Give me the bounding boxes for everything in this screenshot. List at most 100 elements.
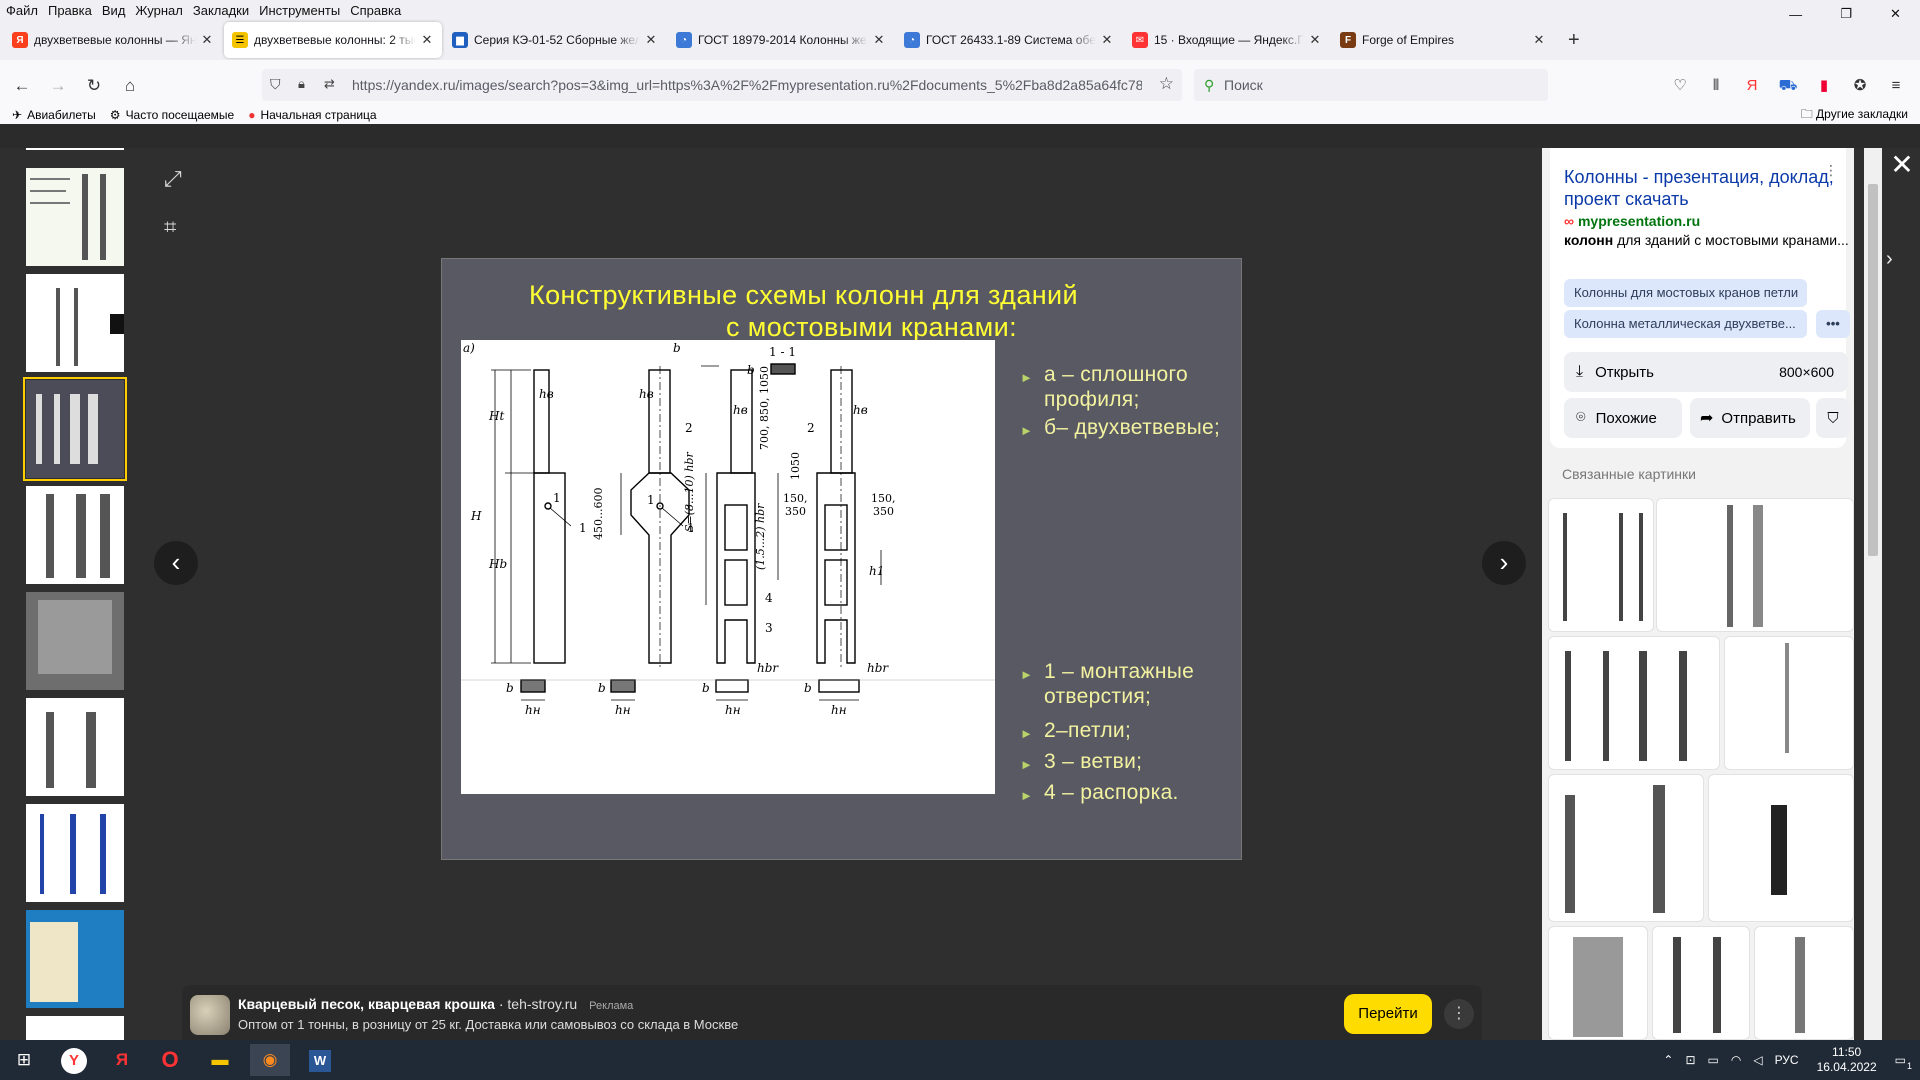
source-domain[interactable]: ∞ mypresentation.ru [1564, 213, 1700, 229]
thumbnail[interactable] [26, 168, 124, 266]
bookmark-ext-icon[interactable]: ▮ [1814, 76, 1834, 96]
tab-gost-26433[interactable]: ◔ ГОСТ 26433.1-89 Система обес ✕ [896, 22, 1122, 58]
tab-close-icon[interactable]: ✕ [872, 32, 886, 48]
tab-yandex-images[interactable]: ☰ двухветвевые колонны: 2 тыс. ✕ [224, 22, 442, 58]
related-query-chip[interactable]: Колонны для мостовых кранов петли [1564, 279, 1807, 307]
side-chevron-icon[interactable]: › [1886, 248, 1893, 271]
menu-bookmarks[interactable]: Закладки [193, 3, 249, 18]
bookmark-button[interactable]: ⛉ [1816, 398, 1850, 438]
volume-icon[interactable]: ◁ [1753, 1053, 1762, 1067]
bookmark-frequent[interactable]: ⚙ Часто посещаемые [110, 108, 234, 122]
clock[interactable]: 11:50 16.04.2022 [1817, 1045, 1877, 1075]
url-bar[interactable]: ⛉ 🔒︎ ⇄ https://yandex.ru/images/search?p… [262, 69, 1182, 101]
related-image[interactable] [1548, 926, 1648, 1040]
yandex-icon[interactable]: Я [102, 1044, 142, 1076]
menu-icon[interactable]: ≡ [1886, 76, 1906, 96]
next-image-button[interactable]: › [1482, 541, 1526, 585]
related-image[interactable] [1656, 498, 1854, 632]
language-indicator[interactable]: РУС [1775, 1053, 1799, 1067]
tab-yandex-mail[interactable]: ✉ 15 · Входящие — Яндекс.Почта ✕ [1124, 22, 1330, 58]
tray-chevron-icon[interactable]: ⌃ [1663, 1053, 1673, 1067]
source-title-link[interactable]: Колонны - презентация, доклад, проект ск… [1564, 166, 1834, 210]
thumbnail[interactable] [26, 274, 124, 372]
notification-icon[interactable]: ▭ 1 [1895, 1053, 1912, 1071]
pocket-icon[interactable]: ♡ [1670, 76, 1690, 96]
ad-more-button[interactable]: ⋮ [1444, 999, 1474, 1029]
word-icon[interactable]: W [300, 1044, 340, 1076]
related-query-chip[interactable]: Колонна металлическая двухветве... [1564, 310, 1807, 338]
thumbnail[interactable] [26, 148, 124, 150]
related-image[interactable] [1548, 498, 1654, 632]
similar-button[interactable]: ⌾ Похожие [1564, 398, 1682, 438]
tab-close-icon[interactable]: ✕ [420, 32, 434, 48]
menu-history[interactable]: Журнал [135, 3, 182, 18]
yandex-browser-icon[interactable]: Y [54, 1044, 94, 1076]
bookmark-star-icon[interactable]: ☆ [1159, 74, 1174, 94]
yandex-ext-icon[interactable]: Я [1742, 76, 1762, 96]
side-panel-scrollbar[interactable] [1864, 148, 1882, 1040]
home-icon[interactable]: ⌂ [120, 76, 140, 96]
crop-icon[interactable]: ⌗ [164, 214, 176, 240]
bookmark-aviabilety[interactable]: ✈ Авиабилеты [12, 108, 96, 122]
tab-forge-of-empires[interactable]: F Forge of Empires ✕ [1332, 22, 1554, 58]
thumbnail-selected[interactable] [23, 377, 127, 481]
other-bookmarks[interactable]: 🗀︎ Другие закладки [1801, 105, 1908, 126]
back-icon[interactable]: ← [12, 76, 32, 96]
ad-title[interactable]: Кварцевый песок, кварцевая крошка · teh-… [238, 996, 633, 1012]
new-tab-button[interactable]: + [1568, 29, 1580, 52]
file-explorer-icon[interactable]: ▬ [200, 1044, 240, 1076]
permissions-icon[interactable]: ⇄ [324, 76, 335, 92]
menu-help[interactable]: Справка [350, 3, 401, 18]
forward-icon[interactable]: → [48, 76, 68, 96]
menu-tools[interactable]: Инструменты [259, 3, 340, 18]
tab-close-icon[interactable]: ✕ [200, 32, 214, 48]
related-image[interactable] [1548, 774, 1704, 922]
scrollbar-thumb[interactable] [1868, 184, 1878, 556]
battery-icon[interactable]: ▭ [1708, 1053, 1719, 1067]
related-image[interactable] [1724, 636, 1854, 770]
tab-series-ke[interactable]: ▆ Серия КЭ-01-52 Сборные желе ✕ [444, 22, 666, 58]
thumbnail[interactable] [26, 804, 124, 902]
tab-close-icon[interactable]: ✕ [1532, 32, 1546, 48]
cart-icon[interactable]: ⛟ [1778, 76, 1798, 96]
more-chips-button[interactable]: ••• [1816, 310, 1850, 338]
fullscreen-icon[interactable]: ⤢ [164, 166, 182, 192]
menu-file[interactable]: Файл [6, 3, 38, 18]
library-icon[interactable]: ⫴ [1706, 76, 1726, 96]
close-viewer-icon[interactable]: ✕ [1886, 148, 1918, 181]
open-button[interactable]: ⤓ Открыть 800×600 [1564, 352, 1848, 392]
thumbnail[interactable] [26, 910, 124, 1008]
related-image[interactable] [1548, 636, 1720, 770]
ad-go-button[interactable]: Перейти [1344, 994, 1432, 1034]
shield-icon[interactable]: ⛉ [270, 76, 281, 93]
firefox-icon[interactable]: ◉ [250, 1044, 290, 1076]
ad-banner[interactable]: Кварцевый песок, кварцевая крошка · teh-… [182, 985, 1482, 1045]
menu-edit[interactable]: Правка [48, 3, 92, 18]
thumbnail[interactable] [26, 486, 124, 584]
more-options-icon[interactable]: ⋮ [1824, 162, 1838, 179]
thumbnail[interactable] [26, 698, 124, 796]
opera-icon[interactable]: O [150, 1044, 190, 1076]
related-image[interactable] [1754, 926, 1854, 1040]
search-input[interactable]: ⚲ Поиск [1194, 69, 1548, 101]
tray-app-icon[interactable]: ⊡ [1685, 1053, 1695, 1067]
thumbnail[interactable] [26, 1016, 124, 1040]
tab-close-icon[interactable]: ✕ [1308, 32, 1322, 48]
windows-start-icon[interactable]: ⊞ [4, 1044, 44, 1076]
tab-yandex-search[interactable]: Я двухветвевые колонны — Янд ✕ [4, 22, 222, 58]
tab-close-icon[interactable]: ✕ [644, 32, 658, 48]
related-image[interactable] [1652, 926, 1750, 1040]
related-image[interactable] [1708, 774, 1854, 922]
thumbnail[interactable] [26, 592, 124, 690]
tab-gost-18979[interactable]: ◔ ГОСТ 18979-2014 Колонны жел ✕ [668, 22, 894, 58]
bookmark-homepage[interactable]: ● Начальная страница [248, 108, 376, 122]
previous-image-button[interactable]: ‹ [154, 541, 198, 585]
extensions-icon[interactable]: ✪ [1850, 76, 1870, 96]
url-text[interactable]: https://yandex.ru/images/search?pos=3&im… [352, 77, 1142, 93]
tab-close-icon[interactable]: ✕ [1100, 32, 1114, 48]
wifi-icon[interactable]: ◠ [1731, 1053, 1741, 1067]
lock-icon[interactable]: 🔒︎ [298, 76, 305, 92]
reload-icon[interactable]: ↻ [84, 76, 104, 96]
send-button[interactable]: ➦ Отправить [1690, 398, 1810, 438]
menu-view[interactable]: Вид [102, 3, 126, 18]
